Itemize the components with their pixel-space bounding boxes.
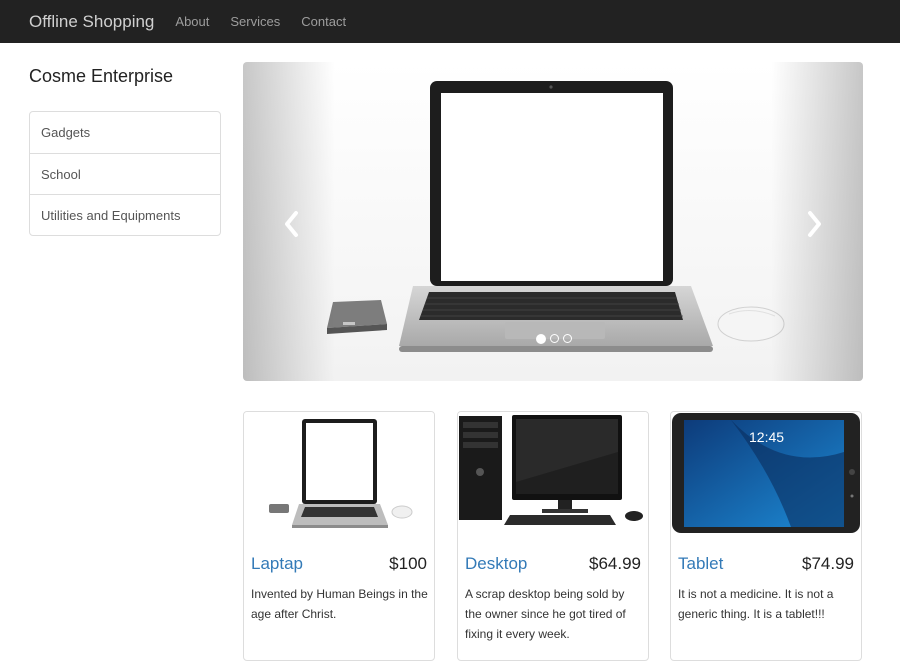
shop-name-heading: Cosme Enterprise <box>29 66 174 86</box>
product-card-tablet: 12:45 Tablet $74.99 It is not a medicine… <box>670 411 862 661</box>
carousel-indicators <box>536 334 572 344</box>
category-item-gadgets[interactable]: Gadgets <box>30 112 220 153</box>
product-price: $64.99 <box>589 554 641 573</box>
carousel-indicator-1[interactable] <box>536 334 546 344</box>
carousel-indicator-2[interactable] <box>550 334 559 343</box>
top-navbar: Offline Shopping About Services Contact <box>0 0 900 43</box>
chevron-left-icon[interactable] <box>283 210 299 238</box>
nav-link-contact[interactable]: Contact <box>301 14 346 29</box>
nav-link-services[interactable]: Services <box>230 14 280 29</box>
product-description: Invented by Human Beings in the age afte… <box>251 587 428 621</box>
carousel-prev-control[interactable] <box>243 62 335 381</box>
product-title-link[interactable]: Tablet <box>678 554 723 574</box>
product-title-link[interactable]: Laptap <box>251 554 303 574</box>
nav-link-about[interactable]: About <box>175 14 209 29</box>
brand-link[interactable]: Offline Shopping <box>29 12 154 32</box>
desktop-product-image <box>458 412 648 537</box>
svg-text:12:45: 12:45 <box>749 429 784 445</box>
product-title-link[interactable]: Desktop <box>465 554 527 574</box>
category-item-utilities[interactable]: Utilities and Equipments <box>30 194 220 235</box>
chevron-right-icon[interactable] <box>807 210 823 238</box>
product-price: $74.99 <box>802 554 854 573</box>
hero-carousel <box>243 62 863 381</box>
product-description: A scrap desktop being sold by the owner … <box>465 587 626 641</box>
laptop-product-image <box>244 412 434 537</box>
carousel-next-control[interactable] <box>771 62 863 381</box>
category-list: Gadgets School Utilities and Equipments <box>29 111 221 236</box>
product-description: It is not a medicine. It is not a generi… <box>678 587 834 621</box>
product-card-desktop: Desktop $64.99 A scrap desktop being sol… <box>457 411 649 661</box>
carousel-indicator-3[interactable] <box>563 334 572 343</box>
tablet-product-image: 12:45 <box>671 412 861 537</box>
product-price: $100 <box>389 554 427 573</box>
category-item-school[interactable]: School <box>30 153 220 194</box>
product-card-laptop: Laptap $100 Invented by Human Beings in … <box>243 411 435 661</box>
nav-links: About Services Contact <box>175 14 367 29</box>
